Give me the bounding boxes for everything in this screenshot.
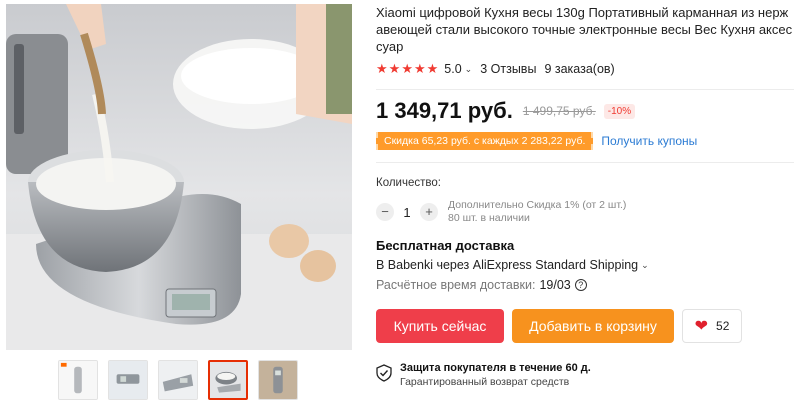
thumbnail-1[interactable] — [58, 360, 98, 400]
thumbnail-2[interactable] — [108, 360, 148, 400]
quantity-value[interactable]: 1 — [394, 205, 420, 220]
quantity-stepper: − 1 + Дополнительно Скидка 1% (от 2 шт.)… — [376, 199, 794, 225]
rating-value[interactable]: 5.0 — [444, 62, 461, 76]
main-product-image[interactable] — [6, 4, 352, 350]
get-coupons-link[interactable]: Получить купоны — [601, 134, 697, 148]
protection-subtitle: Гарантированный возврат средств — [400, 376, 570, 388]
stock-count-text: 80 шт. в наличии — [448, 212, 530, 224]
star-icon: ★ — [388, 61, 401, 76]
coupon-row: Скидка 65,23 руб. с каждых 2 283,22 руб.… — [376, 132, 794, 150]
wishlist-count: 52 — [716, 319, 730, 333]
reviews-link[interactable]: 3 Отзывы — [480, 62, 536, 76]
protection-title: Защита покупателя в течение 60 д. — [400, 362, 591, 374]
help-icon[interactable]: ? — [574, 279, 587, 291]
heart-icon: ❤ — [694, 318, 709, 335]
shipping-title: Бесплатная доставка — [376, 238, 515, 253]
delivery-date: 19/03 — [539, 278, 571, 292]
discount-badge: -10% — [603, 103, 636, 119]
star-icon: ★ — [376, 61, 388, 76]
chevron-down-icon[interactable]: ⌄ — [465, 64, 473, 75]
thumbnail-3[interactable] — [158, 360, 198, 400]
quantity-increase-button[interactable]: + — [420, 203, 438, 221]
delivery-time-row: Расчётное время доставки: 19/03 ? — [376, 278, 794, 292]
star-icon: ★ — [401, 61, 413, 76]
product-info-panel: Xiaomi цифровой Кухня весы 130g Портатив… — [376, 4, 794, 388]
shield-check-icon — [376, 364, 392, 382]
product-title: Xiaomi цифровой Кухня весы 130g Портатив… — [376, 5, 793, 54]
buy-now-button[interactable]: Купить сейчас — [376, 309, 504, 343]
delivery-time-label: Расчётное время доставки: — [376, 278, 536, 292]
chevron-down-icon[interactable]: ⌄ — [641, 260, 649, 271]
current-price: 1 349,71 руб. — [376, 98, 513, 123]
quantity-label: Количество: — [376, 177, 441, 189]
star-rating: ★ ★ ★ ★ ★ — [376, 61, 438, 77]
rating-row: ★ ★ ★ ★ ★ 5.0 ⌄ 3 Отзывы 9 заказа(ов) — [376, 61, 794, 77]
protection-text: Защита покупателя в течение 60 д. Гарант… — [400, 362, 591, 388]
star-icon: ★ — [426, 61, 439, 76]
divider — [376, 89, 794, 90]
thumbnail-strip — [58, 360, 298, 400]
quantity-decrease-button[interactable]: − — [376, 203, 394, 221]
buyer-protection: Защита покупателя в течение 60 д. Гарант… — [376, 362, 794, 388]
orders-count: 9 заказа(ов) — [544, 62, 615, 76]
thumbnail-5[interactable] — [258, 360, 298, 400]
divider — [376, 162, 794, 163]
wishlist-button[interactable]: ❤ 52 — [682, 309, 742, 343]
thumbnail-4[interactable] — [208, 360, 248, 400]
shipping-method-label[interactable]: В Babenki через AliExpress Standard Ship… — [376, 258, 638, 272]
quantity-note: Дополнительно Скидка 1% (от 2 шт.) 80 шт… — [448, 199, 626, 225]
star-icon: ★ — [413, 61, 426, 76]
add-to-cart-button[interactable]: Добавить в корзину — [512, 309, 674, 343]
old-price: 1 499,75 руб. — [522, 104, 596, 118]
shipping-method[interactable]: В Babenki через AliExpress Standard Ship… — [376, 258, 794, 272]
action-buttons: Купить сейчас Добавить в корзину ❤ 52 — [376, 309, 794, 343]
price-row: 1 349,71 руб. 1 499,75 руб. -10% — [376, 98, 794, 123]
bulk-discount-text: Дополнительно Скидка 1% (от 2 шт.) — [448, 199, 627, 211]
coupon-badge[interactable]: Скидка 65,23 руб. с каждых 2 283,22 руб. — [376, 132, 594, 150]
